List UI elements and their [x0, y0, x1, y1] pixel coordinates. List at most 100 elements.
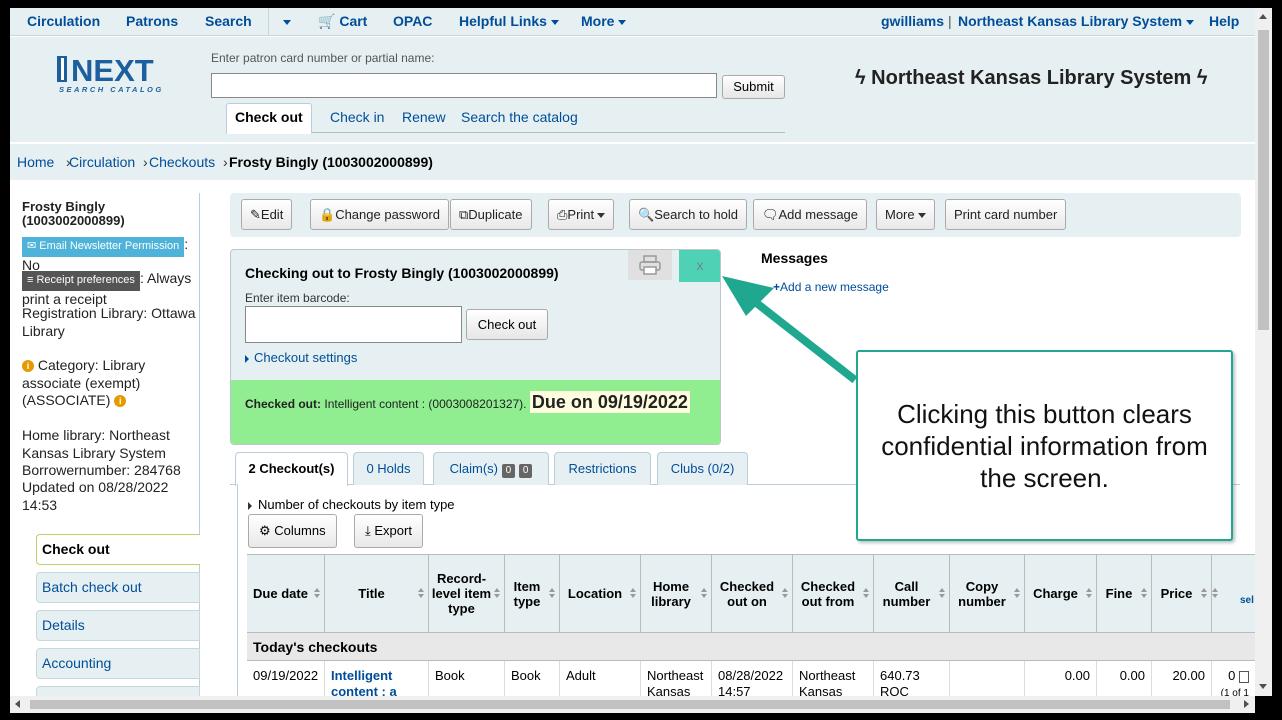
change-password-button[interactable]: 🔒Change password: [310, 199, 449, 230]
nav-search-dropdown[interactable]: [279, 13, 291, 29]
add-message-button[interactable]: 🗨Add message: [753, 199, 868, 230]
nav-cart-label: Cart: [339, 13, 368, 29]
checkout-panel: Checking out to Frosty Bingly (100300200…: [230, 249, 721, 445]
col-charge-label: Charge: [1033, 586, 1078, 601]
nav-cart[interactable]: 🛒 Cart: [318, 13, 367, 30]
col-location-label: Location: [567, 586, 623, 601]
checkout-settings-label: Checkout settings: [254, 350, 358, 365]
col-checked-out-from[interactable]: Checked out from: [793, 555, 874, 633]
print-icon: ⎙: [557, 207, 568, 222]
col-select-label[interactable]: sel: [1240, 593, 1254, 608]
chevron-down-icon: [283, 19, 291, 25]
col-fine-label: Fine: [1105, 586, 1133, 601]
caret-right-icon: [245, 354, 249, 363]
print-button[interactable]: ⎙Print: [548, 199, 615, 230]
nav-circulation[interactable]: Circulation: [27, 13, 100, 29]
submit-button[interactable]: Submit: [722, 75, 785, 99]
scroll-left-icon[interactable]: [15, 700, 20, 708]
checkout-button[interactable]: Check out: [466, 309, 548, 340]
nav-help[interactable]: Help: [1209, 13, 1239, 29]
patron-search-label: Enter patron card number or partial name…: [211, 51, 435, 65]
sidebar-item-accounting[interactable]: Accounting: [36, 648, 200, 679]
sidebar-item-check-out[interactable]: Check out: [36, 534, 200, 565]
nav-library[interactable]: Northeast Kansas Library System: [958, 13, 1195, 29]
search-to-hold-button[interactable]: 🔍Search to hold: [629, 199, 748, 230]
col-copy-number[interactable]: Copy number: [950, 555, 1025, 633]
sort-icon: [314, 588, 320, 598]
col-price[interactable]: Price: [1152, 555, 1212, 633]
patron-name-text: Frosty Bingly: [22, 199, 106, 214]
more-button[interactable]: More: [876, 199, 935, 230]
patron-toolbar: ✎Edit 🔒Change password ⧉Duplicate ⎙Print…: [230, 193, 1241, 237]
nav-opac[interactable]: OPAC: [393, 13, 432, 29]
col-home-library[interactable]: Home library: [641, 555, 712, 633]
col-charge[interactable]: Charge: [1025, 555, 1097, 633]
tab-renew[interactable]: Renew: [402, 109, 446, 125]
cell-title-link[interactable]: Intelligent content : a: [325, 661, 429, 696]
nav-user[interactable]: gwilliams: [881, 13, 944, 29]
breadcrumb-checkouts[interactable]: Checkouts: [149, 154, 215, 170]
columns-button[interactable]: ⚙ Columns: [248, 514, 337, 548]
claims-count-badge: 0: [518, 464, 533, 478]
nav-user-sep: |: [948, 13, 952, 29]
sort-icon: [701, 588, 707, 598]
edit-button[interactable]: ✎Edit: [241, 199, 293, 230]
scroll-down-icon[interactable]: [1259, 684, 1267, 689]
breadcrumb-circulation[interactable]: Circulation: [69, 154, 135, 170]
col-due-date[interactable]: Due date: [247, 555, 325, 633]
sidebar-item-batch-check-out[interactable]: Batch check out: [36, 572, 200, 603]
cell-renew[interactable]: 0 (1 of 1: [1212, 661, 1255, 696]
vertical-scroll-thumb[interactable]: [1258, 30, 1269, 330]
print-card-number-button[interactable]: Print card number: [945, 199, 1067, 230]
col-record-type[interactable]: Record-level item type: [429, 555, 505, 633]
nav-search[interactable]: Search: [205, 13, 252, 29]
col-title[interactable]: Title: [325, 555, 429, 633]
checkouts-by-type-toggle[interactable]: Number of checkouts by item type: [248, 497, 455, 512]
tab-restrictions[interactable]: Restrictions: [554, 452, 651, 485]
duplicate-button[interactable]: ⧉Duplicate: [450, 199, 532, 230]
info-icon[interactable]: i: [114, 395, 127, 408]
tab-clubs[interactable]: Clubs (0/2): [657, 452, 748, 485]
pencil-icon: ✎: [250, 207, 261, 222]
header: NEXT SEARCH CATALOG Enter patron card nu…: [10, 37, 1255, 142]
tab-holds[interactable]: 0 Holds: [353, 452, 424, 485]
col-checked-out-on[interactable]: Checked out on: [712, 555, 793, 633]
tab-check-out[interactable]: Check out: [226, 103, 312, 134]
export-button[interactable]: ⤓ Export: [354, 514, 423, 548]
breadcrumb-home[interactable]: Home: [17, 154, 54, 170]
horizontal-scroll-thumb[interactable]: [30, 700, 1230, 709]
checkout-title: Checking out to Frosty Bingly (100300200…: [245, 265, 559, 281]
sidebar-item-details[interactable]: Details: [36, 610, 200, 641]
sidebar-item-more[interactable]: [36, 686, 200, 696]
checkout-settings-toggle[interactable]: Checkout settings: [245, 350, 357, 365]
sort-icon: [1201, 588, 1207, 598]
vertical-scrollbar[interactable]: [1255, 8, 1272, 696]
print-slip-button[interactable]: [628, 250, 672, 280]
tab-search-catalog[interactable]: Search the catalog: [461, 109, 578, 125]
col-renew[interactable]: sel: [1212, 555, 1255, 633]
col-item-type[interactable]: Item type: [505, 555, 560, 633]
nav-more[interactable]: More: [581, 13, 627, 29]
tab-checkouts[interactable]: 2 Checkout(s): [235, 452, 348, 486]
breadcrumb: Home › Circulation › Checkouts › Frosty …: [10, 143, 1255, 180]
horizontal-scrollbar[interactable]: [10, 696, 1255, 713]
renew-checkbox[interactable]: [1239, 670, 1249, 683]
scroll-up-icon[interactable]: [1259, 14, 1267, 19]
cell-price: 20.00: [1152, 661, 1212, 696]
patron-search-input[interactable]: [211, 73, 717, 98]
col-location[interactable]: Location: [560, 555, 641, 633]
chevron-down-icon: [550, 19, 559, 25]
nav-helpful-links[interactable]: Helpful Links: [459, 13, 559, 29]
tab-check-in[interactable]: Check in: [330, 109, 384, 125]
scroll-right-icon[interactable]: [1244, 700, 1249, 708]
barcode-input[interactable]: [245, 306, 462, 343]
col-call-number[interactable]: Call number: [874, 555, 950, 633]
next-logo[interactable]: NEXT SEARCH CATALOG: [55, 52, 190, 96]
list-icon: ≡: [27, 274, 34, 286]
search-to-hold-label: Search to hold: [654, 207, 739, 222]
col-fine[interactable]: Fine: [1097, 555, 1152, 633]
tab-claims[interactable]: Claim(s) 0 0: [433, 452, 549, 485]
cell-renew-count: 0: [1228, 668, 1236, 683]
nav-patrons[interactable]: Patrons: [126, 13, 178, 29]
cell-call-number: 640.73 ROC: [874, 661, 950, 696]
